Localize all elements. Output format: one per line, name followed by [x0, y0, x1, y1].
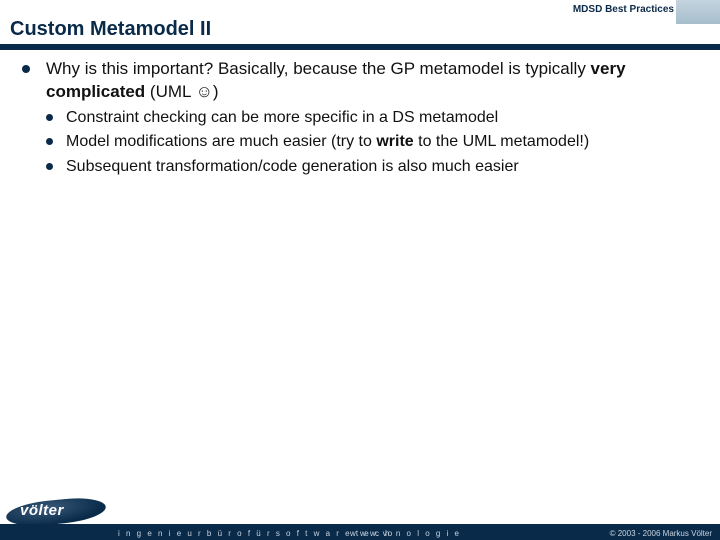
logo: völter	[6, 498, 106, 526]
logo-text: völter	[20, 502, 64, 519]
slide-title: Custom Metamodel II	[10, 18, 211, 41]
bullet-text-pre: Model modifications are much easier (try…	[66, 133, 376, 150]
header-decoration	[676, 0, 720, 24]
bullet-text-post: to the UML metamodel!)	[414, 133, 589, 150]
bullet-level1: Why is this important? Basically, becaus…	[22, 58, 698, 104]
bullet-level2: Constraint checking can be more specific…	[46, 107, 698, 129]
footer-tagline: i n g e n i e u r b ü r o f ü r s o f t …	[118, 529, 461, 538]
footer-url: w w w. vo	[350, 529, 393, 538]
footer: völter i n g e n i e u r b ü r o f ü r s…	[0, 514, 720, 540]
bullet-text: Subsequent transformation/code generatio…	[66, 158, 519, 175]
slide-content: Why is this important? Basically, becaus…	[22, 58, 698, 178]
bullet-text-pre: Why is this important? Basically, becaus…	[46, 59, 591, 78]
footer-copyright: © 2003 - 2006 Markus Völter	[610, 529, 712, 538]
bullet-level2: Model modifications are much easier (try…	[46, 131, 698, 153]
bullet-text-post: (UML ☺)	[145, 82, 218, 101]
bullet-text: Constraint checking can be more specific…	[66, 109, 498, 126]
header-tag: MDSD Best Practices	[573, 4, 674, 15]
footer-bar: i n g e n i e u r b ü r o f ü r s o f t …	[0, 524, 720, 540]
bullet-level2: Subsequent transformation/code generatio…	[46, 156, 698, 178]
bullet-text-bold: write	[376, 133, 413, 150]
title-rule	[0, 44, 720, 50]
